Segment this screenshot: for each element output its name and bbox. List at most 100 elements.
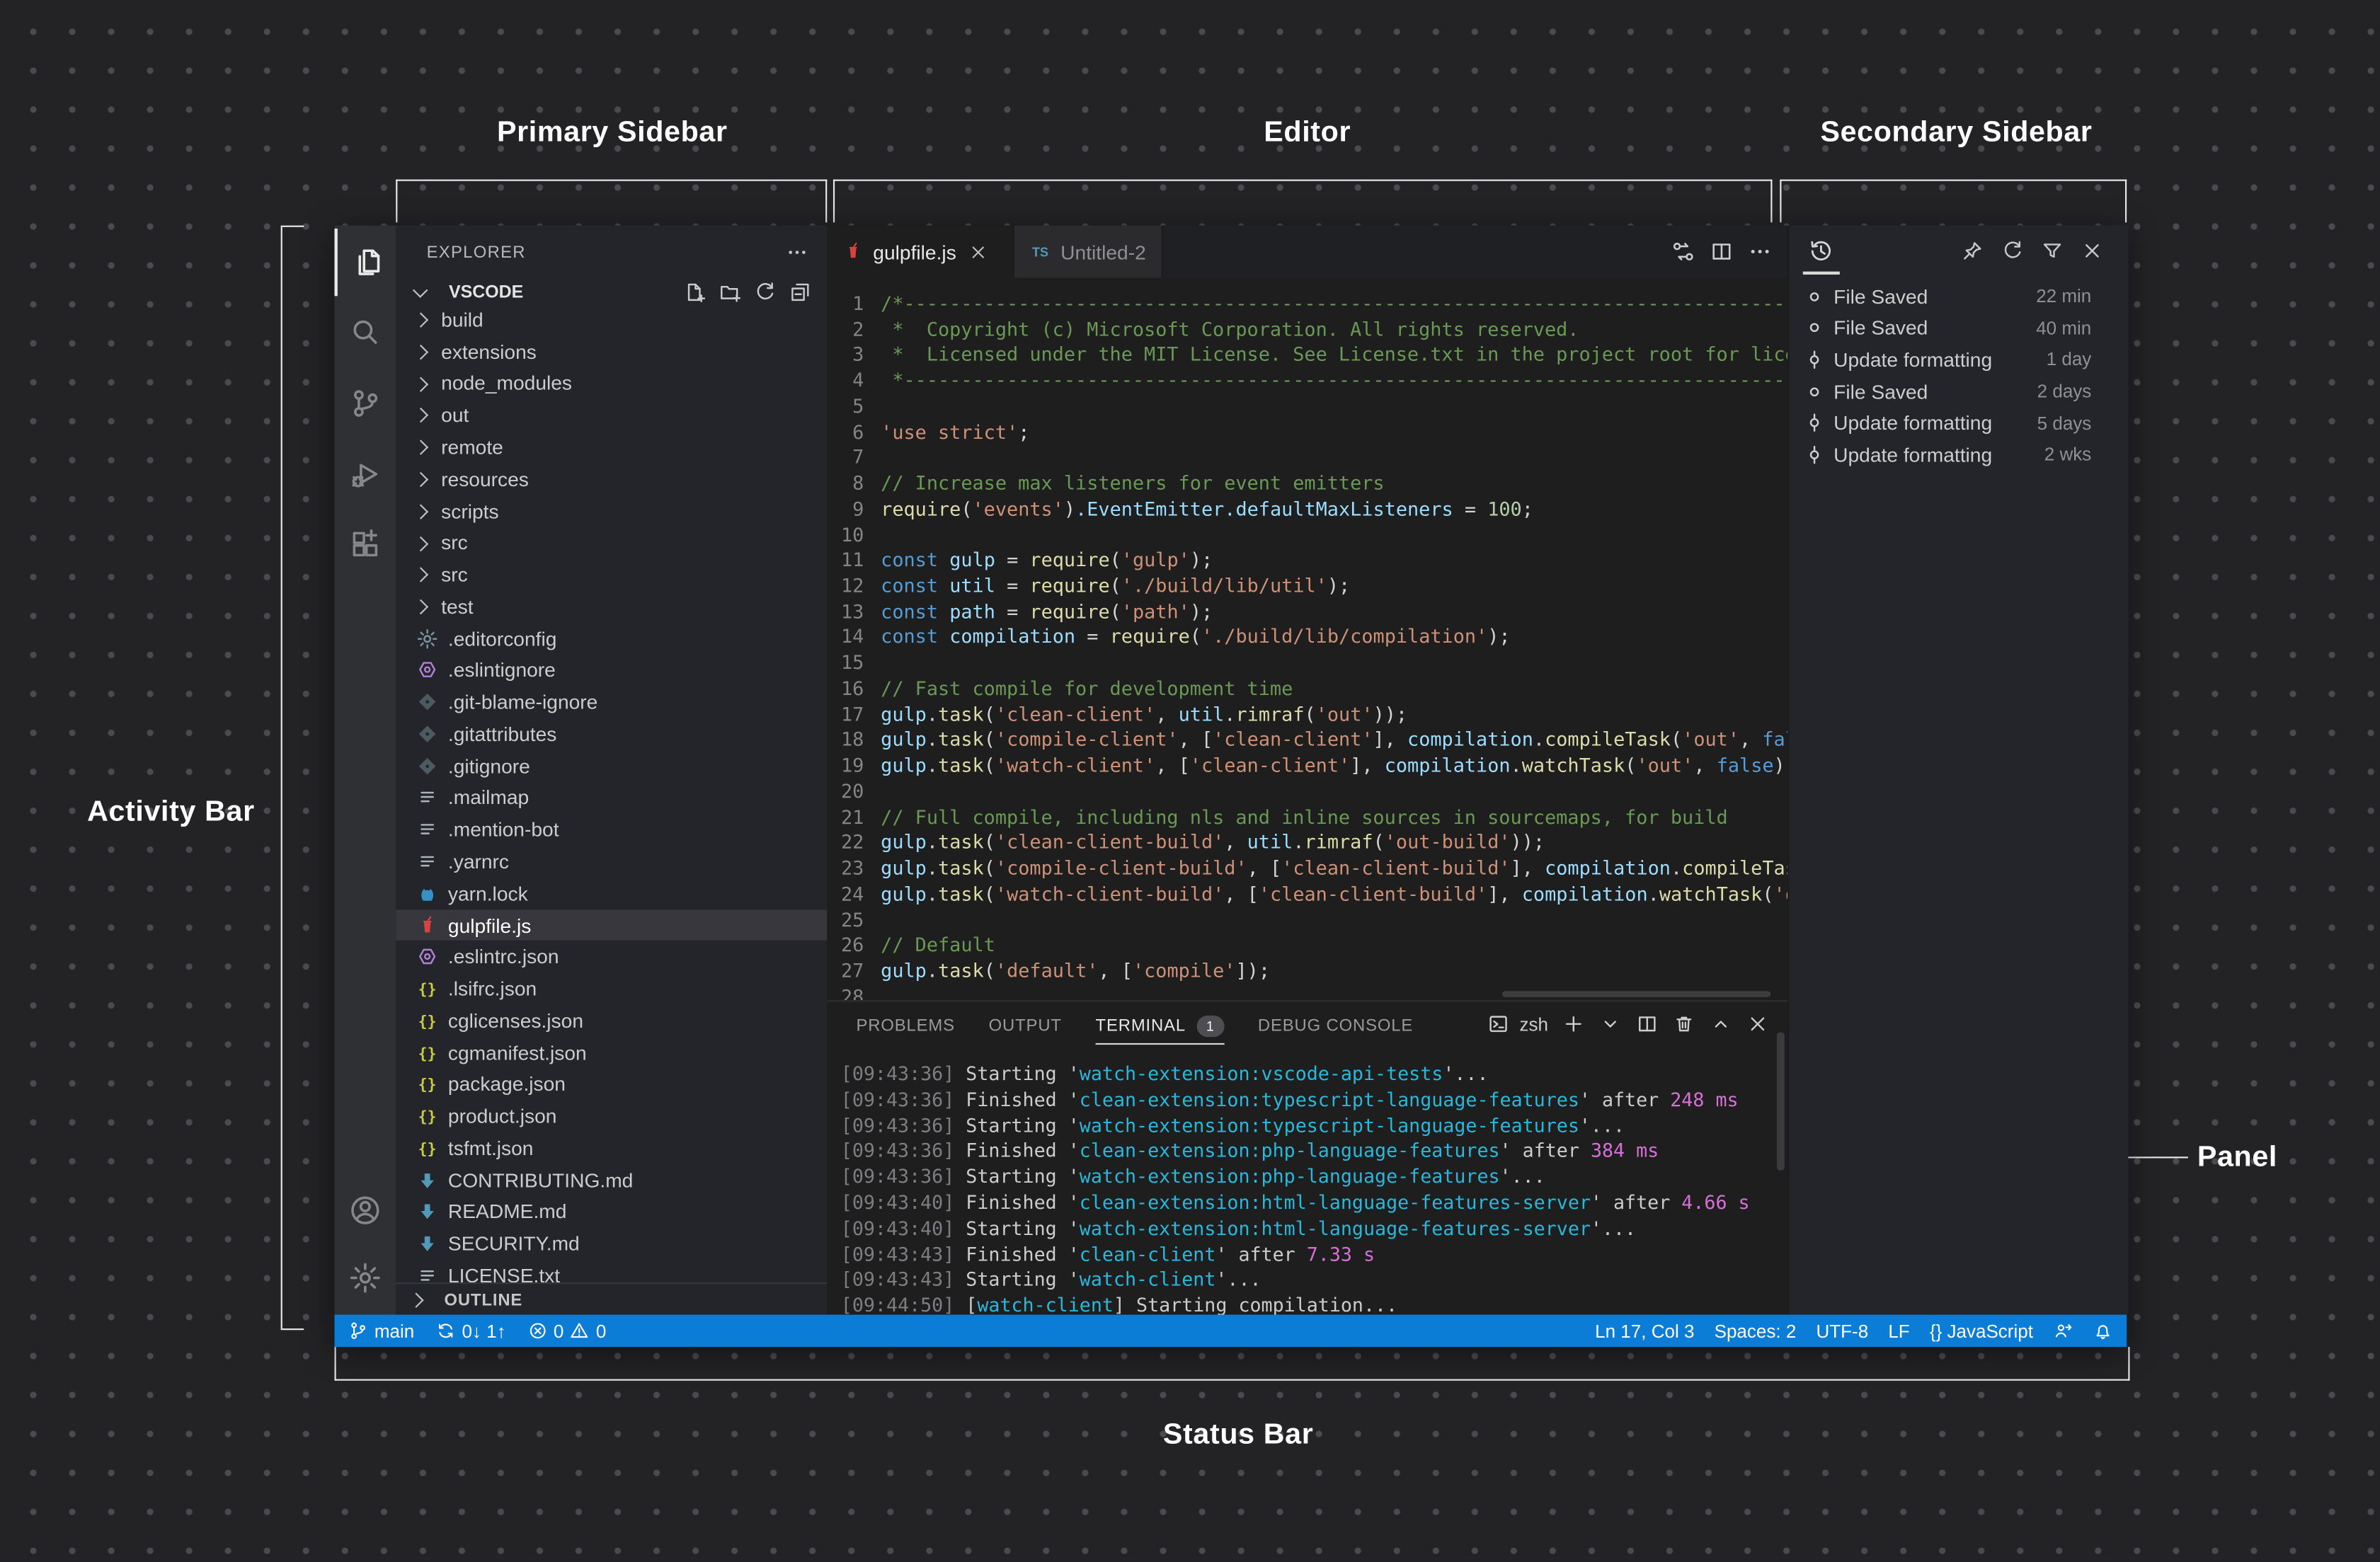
code-line-10[interactable]: 10 [827, 522, 1787, 548]
status-indentation[interactable]: Spaces: 2 [1715, 1320, 1797, 1341]
ellipsis-icon[interactable] [1748, 239, 1773, 264]
open-changes-icon[interactable] [1671, 239, 1695, 264]
code-line-17[interactable]: 17 gulp.task('clean-client', util.rimraf(… [827, 702, 1787, 728]
refresh-icon[interactable] [753, 281, 777, 304]
editor-tab-gulpfile.js[interactable]: gulpfile.js [827, 225, 1015, 278]
explorer-item-build[interactable]: build [396, 304, 827, 335]
explorer-item-.gitignore[interactable]: .gitignore [396, 750, 827, 781]
timeline-item-5[interactable]: Update formatting 5 days [1789, 407, 2128, 439]
code-line-2[interactable]: 2 * Copyright (c) Microsoft Corporation.… [827, 317, 1787, 343]
status-sync-changes[interactable]: 0↓ 1↑ [436, 1320, 506, 1341]
status-scm-branch[interactable]: main [348, 1320, 414, 1341]
outline-section[interactable]: OUTLINE [396, 1282, 828, 1316]
code-line-1[interactable]: 1/*-------------------------------------… [827, 292, 1787, 317]
explorer-item-.git-blame-ignore[interactable]: .git-blame-ignore [396, 686, 827, 718]
refresh-icon[interactable] [2001, 239, 2024, 263]
close-icon[interactable] [968, 241, 988, 261]
pin-icon[interactable] [1961, 239, 1984, 263]
code-line-8[interactable]: 8// Increase max listeners for event emi… [827, 471, 1787, 497]
status-language-mode[interactable]: {} JavaScript [1930, 1320, 2033, 1341]
code-line-22[interactable]: 22 gulp.task('clean-client-build', util.r… [827, 830, 1787, 856]
code-line-14[interactable]: 14 const compilation = require('./build/l… [827, 625, 1787, 650]
code-line-27[interactable]: 27 gulp.task('default', ['compile']); [827, 959, 1787, 984]
panel-tab-debug-console[interactable]: DEBUG CONSOLE [1258, 1001, 1413, 1049]
explorer-item-out[interactable]: out [396, 399, 827, 431]
history-icon[interactable] [1807, 238, 1833, 264]
explorer-item-product.json[interactable]: {} product.json [396, 1101, 827, 1132]
explorer-item-cglicenses.json[interactable]: {} cglicenses.json [396, 1005, 827, 1037]
explorer-item-.lsifrc.json[interactable]: {} .lsifrc.json [396, 973, 827, 1005]
more-actions-icon[interactable] [786, 241, 809, 264]
activity-item-manage[interactable] [335, 1244, 396, 1311]
timeline-item-1[interactable]: File Saved 22 min [1789, 281, 2128, 313]
explorer-item-.mailmap[interactable]: .mailmap [396, 781, 827, 813]
panel-tab-output[interactable]: OUTPUT [989, 1001, 1062, 1049]
code-line-16[interactable]: 16// Fast compile for development time [827, 677, 1787, 702]
editor-tab-Untitled-2[interactable]: TS Untitled-2 [1014, 225, 1163, 278]
code-line-5[interactable]: 5 [827, 394, 1787, 420]
explorer-item-gulpfile.js[interactable]: gulpfile.js [396, 909, 828, 941]
horizontal-scrollbar[interactable] [1501, 991, 1771, 997]
shell-selector[interactable]: zsh [1520, 1013, 1549, 1035]
code-line-25[interactable]: 25 [827, 907, 1787, 933]
explorer-item-.eslintrc.json[interactable]: .eslintrc.json [396, 941, 827, 973]
explorer-item-CONTRIBUTING.md[interactable]: CONTRIBUTING.md [396, 1164, 827, 1196]
activity-item-run-and-debug[interactable] [335, 440, 396, 507]
timeline-item-4[interactable]: File Saved 2 days [1789, 376, 2128, 408]
status-feedback[interactable] [2053, 1321, 2073, 1340]
new-folder-icon[interactable] [718, 281, 741, 304]
explorer-item-cgmanifest.json[interactable]: {} cgmanifest.json [396, 1037, 827, 1069]
code-line-15[interactable]: 15 [827, 650, 1787, 676]
code-line-24[interactable]: 24 gulp.task('watch-client-build', ['clea… [827, 882, 1787, 907]
timeline-item-6[interactable]: Update formatting 2 wks [1789, 439, 2128, 471]
split-editor-icon[interactable] [1710, 239, 1734, 264]
close-icon[interactable] [2081, 239, 2104, 263]
new-file-icon[interactable] [683, 281, 706, 304]
code-editor[interactable]: 1/*-------------------------------------… [827, 277, 1787, 1000]
code-line-6[interactable]: 6'use strict'; [827, 420, 1787, 445]
close-icon[interactable] [1746, 1013, 1770, 1036]
code-line-9[interactable]: 9 require('events').EventEmitter.defaultM… [827, 497, 1787, 522]
timeline-item-2[interactable]: File Saved 40 min [1789, 312, 2128, 344]
chevron-up-icon[interactable] [1710, 1013, 1733, 1036]
explorer-item-extensions[interactable]: extensions [396, 335, 827, 367]
activity-item-source-control[interactable] [335, 369, 396, 437]
code-line-26[interactable]: 26// Default [827, 933, 1787, 958]
explorer-item-src[interactable]: src [396, 527, 827, 558]
plus-icon[interactable] [1562, 1013, 1586, 1036]
panel-tab-terminal[interactable]: TERMINAL 1 [1095, 1001, 1225, 1049]
explorer-item-src[interactable]: src [396, 558, 827, 590]
activity-item-extensions[interactable] [335, 511, 396, 578]
explorer-item-package.json[interactable]: {} package.json [396, 1069, 827, 1101]
code-line-7[interactable]: 7 [827, 445, 1787, 471]
code-line-4[interactable]: 4 *-------------------------------------… [827, 369, 1787, 394]
explorer-item-.yarnrc[interactable]: .yarnrc [396, 845, 827, 877]
terminal-scrollbar[interactable] [1776, 1032, 1785, 1171]
terminal-output[interactable]: [09:43:36] Starting 'watch-extension:vsc… [827, 1050, 1787, 1316]
panel-tab-problems[interactable]: PROBLEMS [856, 1001, 954, 1049]
status-encoding[interactable]: UTF-8 [1816, 1320, 1868, 1341]
code-line-3[interactable]: 3 * Licensed under the MIT License. See … [827, 343, 1787, 368]
explorer-item-resources[interactable]: resources [396, 463, 827, 495]
activity-item-accounts[interactable] [335, 1176, 396, 1244]
explorer-item-README.md[interactable]: README.md [396, 1196, 827, 1228]
collapse-all-icon[interactable] [789, 281, 812, 304]
status-problems[interactable]: 00 [527, 1320, 606, 1341]
explorer-item-SECURITY.md[interactable]: SECURITY.md [396, 1228, 827, 1260]
terminal-icon[interactable] [1487, 1013, 1511, 1036]
status-eol[interactable]: LF [1888, 1320, 1909, 1341]
activity-item-explorer[interactable] [334, 228, 399, 297]
code-line-12[interactable]: 12 const util = require('./build/lib/util… [827, 574, 1787, 599]
explorer-item-node_modules[interactable]: node_modules [396, 367, 827, 399]
status-notifications[interactable] [2093, 1321, 2112, 1340]
filter-icon[interactable] [2041, 239, 2064, 263]
activity-item-search[interactable] [335, 299, 396, 367]
explorer-item-.gitattributes[interactable]: .gitattributes [396, 718, 827, 750]
code-line-11[interactable]: 11 const gulp = require('gulp'); [827, 548, 1787, 573]
explorer-item-tsfmt.json[interactable]: {} tsfmt.json [396, 1132, 827, 1164]
chevron-down-icon[interactable] [1599, 1013, 1623, 1036]
code-line-21[interactable]: 21// Full compile, including nls and inl… [827, 805, 1787, 830]
code-line-19[interactable]: 19 gulp.task('watch-client', ['clean-clie… [827, 754, 1787, 779]
code-line-23[interactable]: 23 gulp.task('compile-client-build', ['cl… [827, 856, 1787, 882]
code-line-20[interactable]: 20 [827, 779, 1787, 805]
